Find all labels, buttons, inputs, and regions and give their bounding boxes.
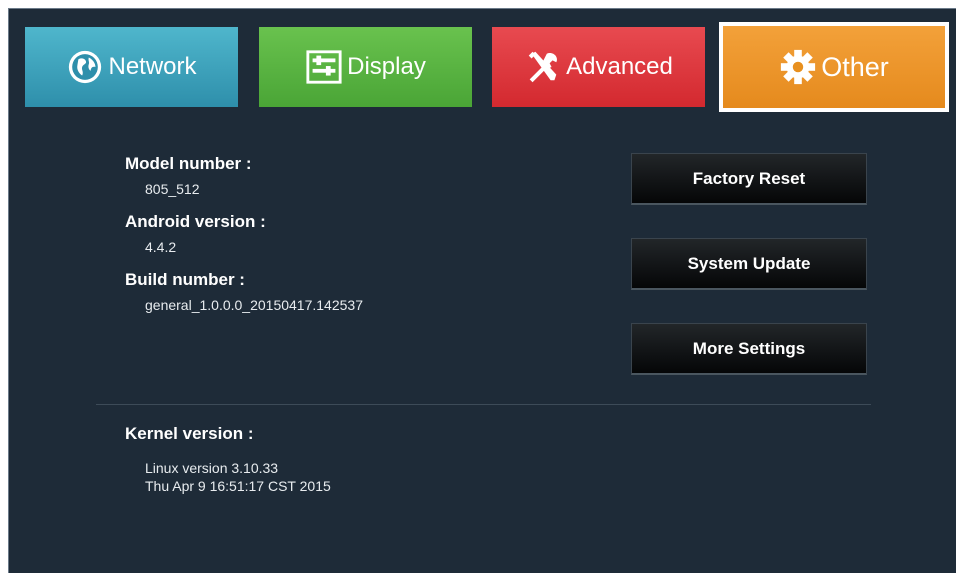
- build-number-label: Build number :: [125, 270, 245, 289]
- system-update-button[interactable]: System Update: [631, 238, 867, 290]
- tab-other-label: Other: [821, 51, 889, 82]
- tab-advanced[interactable]: Advanced: [492, 27, 705, 107]
- model-number-value: 805_512: [145, 181, 200, 197]
- tools-icon: [524, 48, 562, 86]
- category-tabs: Network Display Advanced Other: [25, 22, 949, 112]
- tab-network[interactable]: Network: [25, 27, 238, 107]
- kernel-version-label: Kernel version :: [125, 424, 254, 443]
- android-version-value: 4.4.2: [145, 239, 177, 255]
- model-number-label: Model number :: [125, 154, 252, 173]
- factory-reset-button[interactable]: Factory Reset: [631, 153, 867, 205]
- more-settings-button[interactable]: More Settings: [631, 323, 867, 375]
- kernel-version-line: Linux version 3.10.33: [145, 460, 279, 476]
- android-version-label: Android version :: [125, 212, 266, 231]
- section-divider: [96, 404, 871, 405]
- kernel-info: Kernel version : Linux version 3.10.33 T…: [125, 423, 331, 495]
- globe-icon: [66, 48, 104, 86]
- gear-icon: [779, 48, 817, 86]
- tab-display-label: Display: [347, 53, 426, 80]
- kernel-build-date: Thu Apr 9 16:51:17 CST 2015: [145, 478, 331, 494]
- build-number-value: general_1.0.0.0_20150417.142537: [145, 297, 363, 313]
- tab-other[interactable]: Other: [719, 22, 949, 112]
- display-settings-icon: [305, 48, 343, 86]
- tab-advanced-label: Advanced: [566, 53, 673, 80]
- tab-display[interactable]: Display: [259, 27, 472, 107]
- tab-network-label: Network: [108, 53, 197, 80]
- settings-screen: Network Display Advanced Other Model num…: [8, 8, 956, 573]
- device-info: Model number : 805_512 Android version :…: [125, 153, 363, 327]
